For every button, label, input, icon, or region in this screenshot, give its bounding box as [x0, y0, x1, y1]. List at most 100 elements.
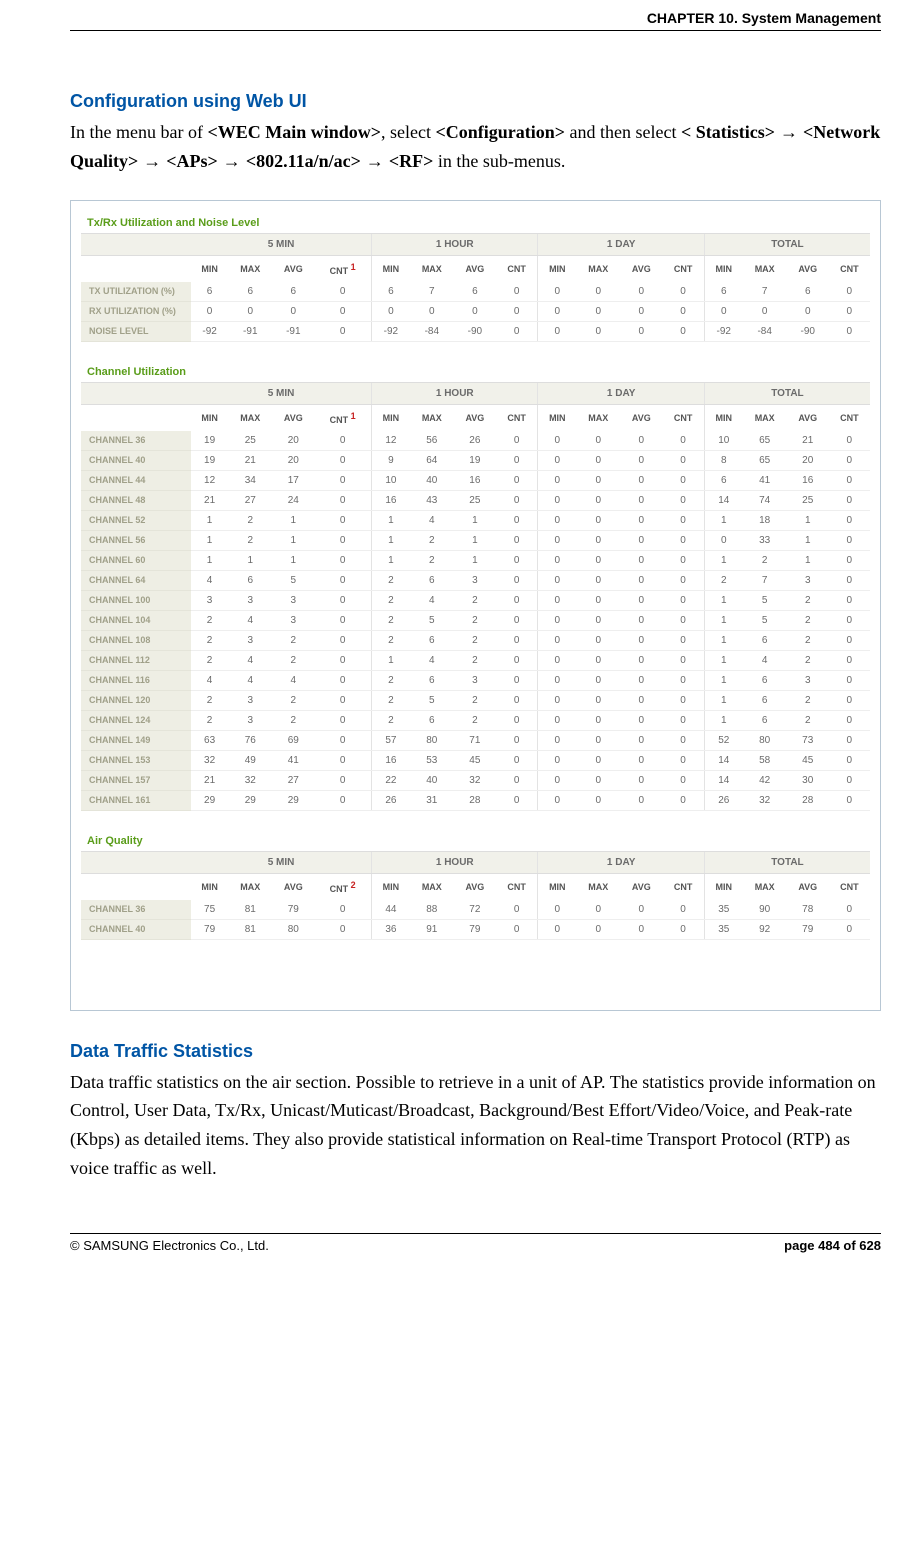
data-cell: 4 — [743, 650, 787, 670]
page-footer: © SAMSUNG Electronics Co., Ltd. page 484… — [70, 1238, 881, 1253]
data-cell: 1 — [191, 510, 228, 530]
data-cell: 2 — [787, 630, 829, 650]
arrow-icon: → — [775, 122, 803, 142]
text: in the sub-menus. — [433, 151, 565, 171]
data-cell: 28 — [787, 790, 829, 810]
table-row: CHANNEL 367581790448872000003590780 — [81, 900, 870, 920]
data-cell: 0 — [272, 301, 314, 321]
data-cell: 0 — [538, 790, 576, 810]
row-label: CHANNEL 124 — [81, 710, 191, 730]
data-cell: 0 — [620, 490, 662, 510]
data-cell: 2 — [372, 630, 410, 650]
data-cell: 0 — [538, 670, 576, 690]
subcol-header: MAX — [576, 873, 620, 900]
data-cell: 8 — [704, 450, 742, 470]
data-cell: 4 — [228, 610, 272, 630]
bold-text: <APs> — [166, 151, 218, 171]
data-cell: 0 — [662, 470, 704, 490]
data-cell: 16 — [787, 470, 829, 490]
data-cell: 0 — [829, 321, 870, 341]
table-row: CHANNEL 4019212009641900000865200 — [81, 450, 870, 470]
subcol-header: MAX — [228, 404, 272, 431]
section-heading-config: Configuration using Web UI — [70, 91, 881, 112]
data-cell: 1 — [704, 510, 742, 530]
data-cell: 32 — [454, 770, 496, 790]
subcol-header: MIN — [704, 873, 742, 900]
data-cell: 1 — [454, 510, 496, 530]
data-cell: 6 — [191, 282, 228, 302]
data-cell: 0 — [496, 710, 538, 730]
data-cell: 34 — [228, 470, 272, 490]
row-label: CHANNEL 149 — [81, 730, 191, 750]
data-cell: 6 — [272, 282, 314, 302]
data-cell: 0 — [576, 690, 620, 710]
data-cell: 1 — [787, 550, 829, 570]
subcol-header: MIN — [538, 255, 576, 282]
data-cell: 1 — [704, 690, 742, 710]
data-cell: 0 — [620, 790, 662, 810]
header-rule — [70, 30, 881, 31]
data-cell: -92 — [704, 321, 742, 341]
data-cell: 2 — [454, 710, 496, 730]
row-label: CHANNEL 52 — [81, 510, 191, 530]
blank-header — [81, 873, 191, 900]
data-cell: 31 — [410, 790, 454, 810]
data-cell: 1 — [704, 670, 742, 690]
data-cell: 0 — [620, 450, 662, 470]
period-header: 1 HOUR — [372, 233, 538, 255]
data-cell: 0 — [662, 670, 704, 690]
data-cell: 79 — [272, 900, 314, 920]
data-cell: 35 — [704, 919, 742, 939]
data-cell: 0 — [576, 450, 620, 470]
txrx-table: 5 MIN1 HOUR1 DAYTOTALMINMAXAVGCNT 1MINMA… — [81, 233, 870, 342]
data-cell: 18 — [743, 510, 787, 530]
data-cell: -91 — [272, 321, 314, 341]
data-cell: 0 — [538, 630, 576, 650]
data-cell: 4 — [228, 650, 272, 670]
data-cell: 0 — [538, 900, 576, 920]
table-row: RX UTILIZATION (%)0000000000000000 — [81, 301, 870, 321]
data-cell: 2 — [454, 630, 496, 650]
row-label: CHANNEL 56 — [81, 530, 191, 550]
data-cell: 0 — [314, 590, 371, 610]
arrow-icon: → — [361, 151, 389, 171]
data-cell: 0 — [314, 670, 371, 690]
data-cell: 27 — [272, 770, 314, 790]
data-cell: 2 — [191, 710, 228, 730]
data-cell: 0 — [829, 301, 870, 321]
subcol-header: CNT 2 — [314, 873, 371, 900]
data-cell: 0 — [538, 919, 576, 939]
data-cell: 0 — [829, 630, 870, 650]
table-body: CHANNEL 367581790448872000003590780CHANN… — [81, 900, 870, 940]
data-cell: 1 — [272, 530, 314, 550]
data-cell: 24 — [272, 490, 314, 510]
row-label: CHANNEL 100 — [81, 590, 191, 610]
data-cell: 0 — [314, 321, 371, 341]
data-cell: 29 — [228, 790, 272, 810]
data-cell: 0 — [314, 919, 371, 939]
screenshot-figure: Tx/Rx Utilization and Noise Level 5 MIN1… — [70, 200, 881, 1011]
subcol-header: CNT 1 — [314, 404, 371, 431]
group-title-chan: Channel Utilization — [81, 360, 870, 382]
data-cell: 63 — [191, 730, 228, 750]
table-row: CHANNEL 1042430252000001520 — [81, 610, 870, 630]
subcol-header: AVG — [272, 404, 314, 431]
data-cell: 1 — [228, 550, 272, 570]
data-cell: 0 — [538, 282, 576, 302]
blank-header — [81, 382, 191, 404]
subcol-header: CNT — [829, 873, 870, 900]
data-cell: 2 — [787, 710, 829, 730]
table-row: CHANNEL 601110121000001210 — [81, 550, 870, 570]
data-cell: 0 — [662, 431, 704, 451]
data-cell: 2 — [372, 590, 410, 610]
data-cell: -92 — [191, 321, 228, 341]
blank-header — [81, 255, 191, 282]
data-cell: 0 — [829, 750, 870, 770]
data-cell: 28 — [454, 790, 496, 810]
period-header: 1 HOUR — [372, 382, 538, 404]
table-row: CHANNEL 361925200125626000001065210 — [81, 431, 870, 451]
data-cell: 2 — [454, 690, 496, 710]
data-cell: 42 — [743, 770, 787, 790]
data-cell: 19 — [191, 431, 228, 451]
data-cell: 7 — [410, 282, 454, 302]
